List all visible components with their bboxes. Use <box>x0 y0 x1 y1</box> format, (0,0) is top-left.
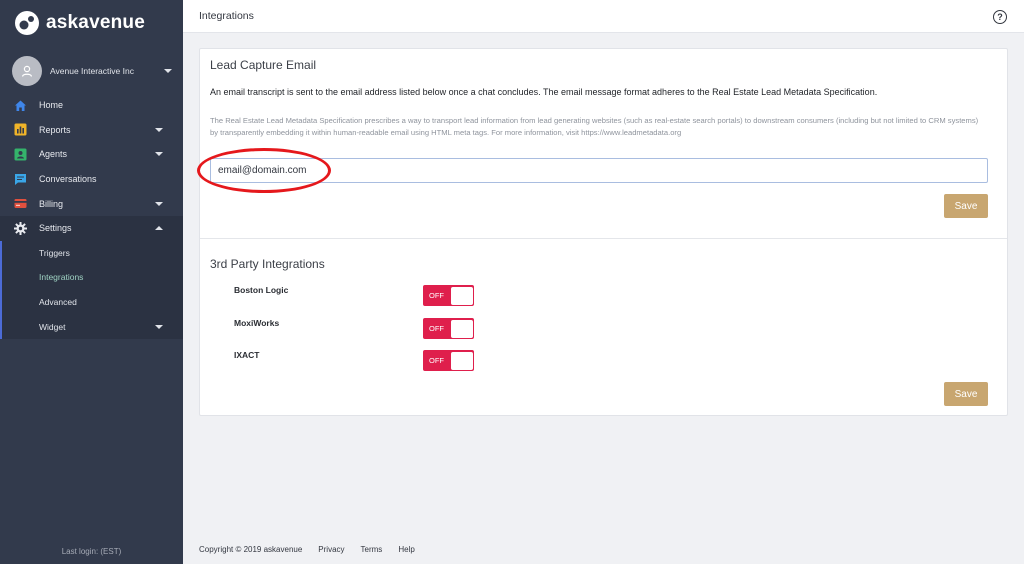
sidebar-item-label: Conversations <box>39 174 97 185</box>
chevron-down-icon <box>155 201 163 206</box>
toggle-knob <box>450 319 473 338</box>
chevron-down-icon <box>155 127 163 132</box>
brand-name: askavenue <box>46 12 145 33</box>
sidebar-nav: Home Reports Agents Conversations Billin… <box>0 93 183 339</box>
footer-privacy-link[interactable]: Privacy <box>318 545 344 554</box>
account-name: Avenue Interactive Inc <box>50 66 134 76</box>
account-switcher[interactable]: Avenue Interactive Inc <box>12 56 172 86</box>
lead-metadata-spec-text: The Real Estate Lead Metadata Specificat… <box>210 116 979 137</box>
credit-card-icon <box>14 197 27 210</box>
integration-row-boston-logic: Boston Logic OFF <box>234 285 474 307</box>
integrations-card: Lead Capture Email An email transcript i… <box>199 48 1008 416</box>
brand-logo[interactable]: askavenue <box>14 10 145 36</box>
moxiworks-toggle[interactable]: OFF <box>423 318 474 339</box>
user-icon <box>21 65 33 77</box>
sidebar-item-label: Billing <box>39 198 64 209</box>
sidebar-item-label: Home <box>39 100 64 111</box>
sidebar-item-label: Agents <box>39 149 68 160</box>
ixact-toggle[interactable]: OFF <box>423 350 474 371</box>
integration-name: IXACT <box>234 350 260 360</box>
sidebar-item-agents[interactable]: Agents <box>0 142 183 167</box>
integration-name: MoxiWorks <box>234 318 280 328</box>
integration-row-moxiworks: MoxiWorks OFF <box>234 318 474 340</box>
sidebar-item-settings[interactable]: Settings <box>0 215 183 241</box>
annotation-circle <box>197 148 331 193</box>
footer-help-link[interactable]: Help <box>398 545 414 554</box>
chat-icon <box>14 173 27 186</box>
footer-copyright: Copyright © 2019 askavenue <box>199 545 303 554</box>
bar-chart-icon <box>14 123 27 136</box>
home-icon <box>14 99 27 112</box>
chevron-down-icon <box>164 69 172 73</box>
chevron-down-icon <box>155 324 163 329</box>
sidebar-subitem-triggers[interactable]: Triggers <box>2 241 183 266</box>
toggle-knob <box>450 351 473 370</box>
settings-submenu: Triggers Integrations Advanced Widget <box>0 240 183 339</box>
askavenue-logo-icon <box>14 10 40 36</box>
footer: Copyright © 2019 askavenue Privacy Terms… <box>199 545 431 554</box>
last-login-text: Last login: (EST) <box>61 547 122 556</box>
sidebar-item-reports[interactable]: Reports <box>0 118 183 143</box>
boston-logic-toggle[interactable]: OFF <box>423 285 474 306</box>
third-party-title: 3rd Party Integrations <box>210 257 325 271</box>
lead-capture-description: An email transcript is sent to the email… <box>210 87 878 97</box>
sidebar-item-home[interactable]: Home <box>0 93 183 118</box>
integrations-save-button[interactable]: Save <box>944 382 988 406</box>
integration-row-ixact: IXACT OFF <box>234 350 474 372</box>
agent-card-icon <box>14 148 27 161</box>
toggle-knob <box>450 286 473 305</box>
avatar <box>12 56 42 86</box>
sidebar-item-label: Settings <box>39 223 72 234</box>
lead-email-save-button[interactable]: Save <box>944 194 988 218</box>
page-title: Integrations <box>199 10 254 22</box>
lead-capture-title: Lead Capture Email <box>210 58 317 72</box>
chevron-down-icon <box>155 152 163 157</box>
integration-name: Boston Logic <box>234 285 289 295</box>
sidebar-item-billing[interactable]: Billing <box>0 191 183 216</box>
sidebar-item-conversations[interactable]: Conversations <box>0 167 183 192</box>
footer-terms-link[interactable]: Terms <box>361 545 383 554</box>
sidebar: askavenue Avenue Interactive Inc Home Re… <box>0 0 183 564</box>
sidebar-subitem-advanced[interactable]: Advanced <box>2 290 183 315</box>
sidebar-subitem-widget[interactable]: Widget <box>2 314 183 339</box>
help-circle-icon[interactable]: ? <box>993 10 1007 24</box>
chevron-up-icon <box>155 226 163 231</box>
sidebar-subitem-integrations[interactable]: Integrations <box>2 265 183 290</box>
top-bar: Integrations ? <box>183 0 1024 33</box>
sidebar-item-label: Reports <box>39 124 71 135</box>
gear-icon <box>14 221 27 235</box>
section-divider <box>200 238 1007 239</box>
